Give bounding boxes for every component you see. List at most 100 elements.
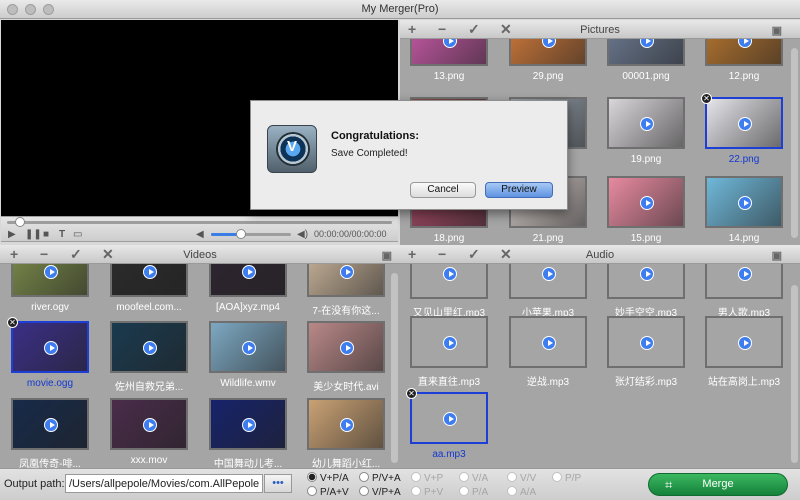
radio-dot[interactable] xyxy=(411,472,421,482)
mode-radio[interactable]: V+P/A xyxy=(307,472,349,484)
video-thumbnail[interactable] xyxy=(110,321,188,373)
video-thumbnail[interactable] xyxy=(307,321,385,373)
mode-radio[interactable]: P/A xyxy=(459,486,488,498)
play-icon[interactable] xyxy=(542,39,556,48)
volume-low-icon[interactable]: ◀ xyxy=(196,229,204,240)
picture-thumbnail[interactable] xyxy=(607,176,685,228)
mode-radio[interactable]: V/A xyxy=(459,472,488,484)
play-icon[interactable] xyxy=(242,418,256,432)
play-icon[interactable] xyxy=(44,418,58,432)
mode-radio[interactable]: V/V xyxy=(507,472,536,484)
picture-thumbnail[interactable] xyxy=(705,176,783,228)
seek-knob[interactable] xyxy=(14,217,25,227)
text-icon[interactable]: T xyxy=(59,229,65,240)
play-icon[interactable] xyxy=(542,267,556,281)
picture-thumbnail[interactable] xyxy=(607,39,685,66)
play-icon[interactable] xyxy=(242,341,256,355)
radio-dot[interactable] xyxy=(507,486,517,496)
videos-scrollbar[interactable] xyxy=(391,273,398,463)
radio-dot[interactable] xyxy=(411,486,421,496)
picture-thumbnail[interactable] xyxy=(705,39,783,66)
play-icon[interactable] xyxy=(44,265,58,279)
pictures-scrollbar[interactable] xyxy=(791,48,798,238)
play-icon[interactable] xyxy=(443,39,457,48)
play-icon[interactable]: ▶ xyxy=(8,229,16,240)
audio-thumbnail[interactable] xyxy=(410,264,488,299)
play-icon[interactable] xyxy=(640,267,654,281)
audio-thumbnail[interactable] xyxy=(705,316,783,368)
play-icon[interactable] xyxy=(640,196,654,210)
remove-item-icon[interactable]: ✕ xyxy=(7,317,18,328)
picture-thumbnail[interactable] xyxy=(509,39,587,66)
video-thumbnail[interactable] xyxy=(110,398,188,450)
audio-thumbnail[interactable] xyxy=(607,316,685,368)
play-icon[interactable] xyxy=(143,418,157,432)
audio-thumbnail[interactable] xyxy=(705,264,783,299)
remove-item-icon[interactable]: ✕ xyxy=(406,388,417,399)
audio-thumbnail[interactable] xyxy=(607,264,685,299)
volume-high-icon[interactable]: ◀) xyxy=(297,229,308,240)
video-thumbnail[interactable] xyxy=(307,264,385,297)
audio-scrollbar[interactable] xyxy=(791,285,798,463)
volume-slider[interactable] xyxy=(211,229,291,239)
mode-radio[interactable]: P/A+V xyxy=(307,486,349,498)
audio-thumbnail[interactable] xyxy=(509,316,587,368)
output-path-field[interactable] xyxy=(65,474,263,493)
radio-dot[interactable] xyxy=(552,472,562,482)
volume-knob[interactable] xyxy=(236,229,247,239)
play-icon[interactable] xyxy=(340,418,354,432)
play-icon[interactable] xyxy=(738,39,752,48)
mode-radio[interactable]: V/P+A xyxy=(359,486,401,498)
video-thumbnail[interactable] xyxy=(11,264,89,297)
play-icon[interactable] xyxy=(640,117,654,131)
play-icon[interactable] xyxy=(143,341,157,355)
stop-icon[interactable]: ■ xyxy=(43,229,49,240)
audio-thumbnail[interactable] xyxy=(410,316,488,368)
import-folder-icon[interactable]: ▣ xyxy=(382,249,392,263)
audio-thumbnail[interactable] xyxy=(410,392,488,444)
mode-radio[interactable]: A/A xyxy=(507,486,536,498)
video-thumbnail[interactable] xyxy=(11,398,89,450)
mode-radio[interactable]: P/P xyxy=(552,472,581,484)
video-thumbnail[interactable] xyxy=(209,321,287,373)
mode-radio[interactable]: P+V xyxy=(411,486,443,498)
subtitle-icon[interactable]: ▭ xyxy=(73,229,82,240)
play-icon[interactable] xyxy=(44,341,58,355)
video-thumbnail[interactable] xyxy=(110,264,188,297)
import-folder-icon[interactable]: ▣ xyxy=(772,24,782,38)
mode-radio[interactable]: V+P xyxy=(411,472,443,484)
radio-dot[interactable] xyxy=(359,486,369,496)
radio-dot[interactable] xyxy=(307,486,317,496)
video-thumbnail[interactable] xyxy=(209,264,287,297)
play-icon[interactable] xyxy=(738,196,752,210)
play-icon[interactable] xyxy=(443,336,457,350)
import-folder-icon[interactable]: ▣ xyxy=(772,249,782,263)
remove-item-icon[interactable]: ✕ xyxy=(701,93,712,104)
radio-dot[interactable] xyxy=(307,472,317,482)
browse-button[interactable]: ••• xyxy=(264,474,292,493)
picture-thumbnail[interactable] xyxy=(410,39,488,66)
play-icon[interactable] xyxy=(640,336,654,350)
video-thumbnail[interactable] xyxy=(307,398,385,450)
picture-thumbnail[interactable] xyxy=(607,97,685,149)
play-icon[interactable] xyxy=(242,265,256,279)
play-icon[interactable] xyxy=(143,265,157,279)
play-icon[interactable] xyxy=(738,336,752,350)
radio-dot[interactable] xyxy=(359,472,369,482)
mode-radio[interactable]: P/V+A xyxy=(359,472,401,484)
play-icon[interactable] xyxy=(340,265,354,279)
video-thumbnail[interactable] xyxy=(209,398,287,450)
radio-dot[interactable] xyxy=(507,472,517,482)
preview-button[interactable]: Preview xyxy=(485,182,553,198)
seek-bar[interactable] xyxy=(7,217,392,227)
video-thumbnail[interactable] xyxy=(11,321,89,373)
merge-button[interactable]: ⌗ Merge xyxy=(648,473,788,496)
radio-dot[interactable] xyxy=(459,486,469,496)
picture-thumbnail[interactable] xyxy=(705,97,783,149)
play-icon[interactable] xyxy=(640,39,654,48)
play-icon[interactable] xyxy=(738,117,752,131)
play-icon[interactable] xyxy=(340,341,354,355)
play-icon[interactable] xyxy=(443,412,457,426)
play-icon[interactable] xyxy=(738,267,752,281)
cancel-button[interactable]: Cancel xyxy=(410,182,476,198)
